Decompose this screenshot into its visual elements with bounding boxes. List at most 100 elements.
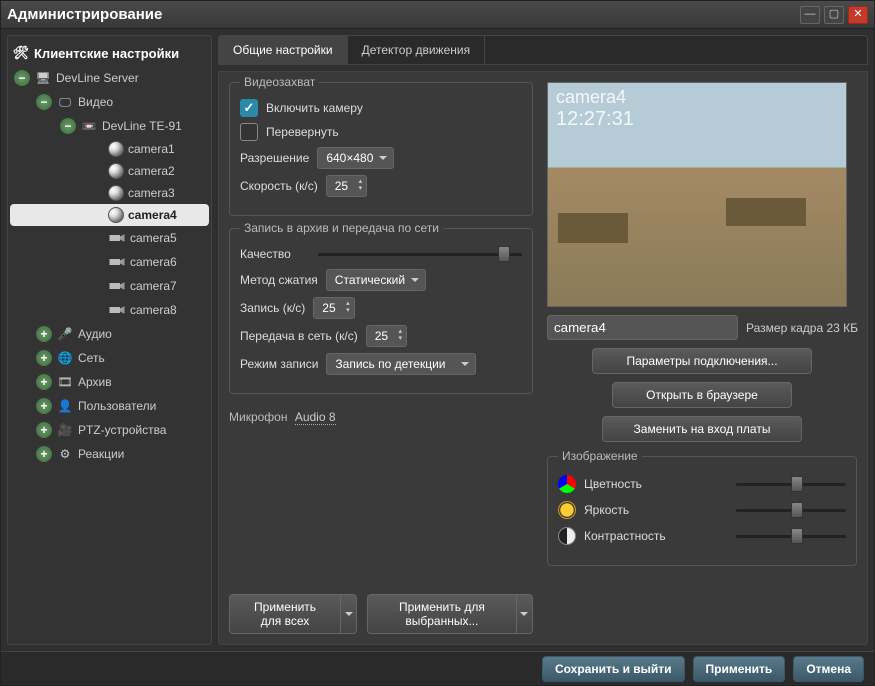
mode-label: Режим записи <box>240 357 318 371</box>
expand-icon[interactable] <box>36 446 52 462</box>
settings-panel: Видеозахват Включить камеру Перевернуть … <box>218 71 868 645</box>
mode-row: Режим записи Запись по детекции <box>240 353 522 375</box>
mic-row: Микрофон Audio 8 <box>229 410 533 424</box>
expand-icon[interactable] <box>36 398 52 414</box>
flip-checkbox[interactable] <box>240 123 258 141</box>
camera-label: camera4 <box>128 208 177 222</box>
tree-video[interactable]: 🖵 Видео <box>10 90 209 114</box>
collapse-icon[interactable] <box>60 118 76 134</box>
method-select[interactable]: Статический <box>326 269 426 291</box>
sidebar-tree: 🛠 Клиентские настройки 🖥 DevLine Server … <box>7 35 212 645</box>
image-group: Изображение Цветность Яркость <box>547 456 857 566</box>
tree-device-label: DevLine TE-91 <box>102 119 182 133</box>
tree-camera[interactable]: camera7 <box>10 274 209 298</box>
mode-value: Запись по детекции <box>335 357 445 371</box>
camera-label: camera5 <box>130 231 177 245</box>
group-title: Видеозахват <box>240 75 319 89</box>
resolution-select[interactable]: 640×480 <box>317 147 394 169</box>
tree-archive-label: Архив <box>78 375 112 389</box>
tree-root-label: Клиентские настройки <box>34 46 179 61</box>
connection-params-button[interactable]: Параметры подключения... <box>592 348 812 374</box>
brightness-row: Яркость <box>558 501 846 519</box>
rec-fps-value: 25 <box>322 301 335 315</box>
collapse-icon[interactable] <box>14 70 30 86</box>
camera-icon <box>108 277 126 295</box>
tree-network[interactable]: 🌐Сеть <box>10 346 209 370</box>
tree-camera-selected[interactable]: camera4 <box>10 204 209 226</box>
mic-link[interactable]: Audio 8 <box>295 410 336 425</box>
color-row: Цветность <box>558 475 846 493</box>
tree-archive[interactable]: 🎞Архив <box>10 370 209 394</box>
fps-value: 25 <box>335 179 348 193</box>
tree-camera[interactable]: camera6 <box>10 250 209 274</box>
mode-select[interactable]: Запись по детекции <box>326 353 476 375</box>
open-browser-button[interactable]: Открыть в браузере <box>612 382 792 408</box>
expand-icon[interactable] <box>36 422 52 438</box>
tabs: Общие настройки Детектор движения <box>218 35 868 65</box>
expand-icon[interactable] <box>36 374 52 390</box>
tree-server[interactable]: 🖥 DevLine Server <box>10 66 209 90</box>
rec-fps-spinner[interactable]: 25 <box>313 297 354 319</box>
apply-row: Применить для всех Применить для выбранн… <box>229 594 533 634</box>
group-title: Запись в архив и передача по сети <box>240 221 443 235</box>
expand-icon[interactable] <box>36 326 52 342</box>
quality-slider[interactable] <box>318 245 522 263</box>
net-fps-label: Передача в сеть (к/с) <box>240 329 358 343</box>
brightness-slider[interactable] <box>736 501 846 519</box>
mic-label: Микрофон <box>229 410 287 424</box>
apply-selected-button[interactable]: Применить для выбранных... <box>367 594 516 634</box>
maximize-button[interactable]: ▢ <box>824 6 844 24</box>
tree-camera[interactable]: camera3 <box>10 182 209 204</box>
apply-button[interactable]: Применить <box>693 656 786 682</box>
group-title: Изображение <box>558 449 642 463</box>
camera-label: camera2 <box>128 164 175 178</box>
minimize-button[interactable]: — <box>800 6 820 24</box>
tree-server-label: DevLine Server <box>56 71 139 85</box>
tree-camera[interactable]: camera5 <box>10 226 209 250</box>
record-group: Запись в архив и передача по сети Качест… <box>229 228 533 394</box>
collapse-icon[interactable] <box>36 94 52 110</box>
enable-camera-checkbox[interactable] <box>240 99 258 117</box>
contrast-slider[interactable] <box>736 527 846 545</box>
apply-selected-menu[interactable] <box>517 594 533 634</box>
tree-ptz[interactable]: 🎥PTZ-устройства <box>10 418 209 442</box>
tree-device[interactable]: 📼 DevLine TE-91 <box>10 114 209 138</box>
color-slider[interactable] <box>736 475 846 493</box>
tree-audio[interactable]: 🎤Аудио <box>10 322 209 346</box>
tab-motion[interactable]: Детектор движения <box>348 36 485 64</box>
apply-all-group: Применить для всех <box>229 594 357 634</box>
body: 🛠 Клиентские настройки 🖥 DevLine Server … <box>1 29 874 651</box>
frame-size-label: Размер кадра 23 КБ <box>746 321 858 335</box>
camera-name-input[interactable] <box>547 315 738 340</box>
tree-network-label: Сеть <box>78 351 105 365</box>
rec-fps-label: Запись (к/с) <box>240 301 305 315</box>
color-label: Цветность <box>584 477 728 491</box>
contrast-label: Контрастность <box>584 529 728 543</box>
content: Общие настройки Детектор движения Видеоз… <box>218 35 868 645</box>
replace-input-button[interactable]: Заменить на вход платы <box>602 416 802 442</box>
save-exit-button[interactable]: Сохранить и выйти <box>542 656 685 682</box>
enable-camera-row: Включить камеру <box>240 99 522 117</box>
tree-camera[interactable]: camera8 <box>10 298 209 322</box>
fps-spinner[interactable]: 25 <box>326 175 367 197</box>
tree-camera[interactable]: camera2 <box>10 160 209 182</box>
btn-label: Сохранить и выйти <box>555 662 672 676</box>
expand-icon[interactable] <box>36 350 52 366</box>
tree-ptz-label: PTZ-устройства <box>78 423 166 437</box>
camera-icon <box>108 141 124 157</box>
tree-root[interactable]: 🛠 Клиентские настройки <box>10 40 209 66</box>
apply-all-menu[interactable] <box>341 594 357 634</box>
tree-camera[interactable]: camera1 <box>10 138 209 160</box>
net-fps-spinner[interactable]: 25 <box>366 325 407 347</box>
tab-general[interactable]: Общие настройки <box>219 36 348 64</box>
window-controls: — ▢ ✕ <box>800 6 868 24</box>
close-button[interactable]: ✕ <box>848 6 868 24</box>
titlebar: Администрирование — ▢ ✕ <box>1 1 874 29</box>
sun-icon <box>558 501 576 519</box>
server-icon: 🖥 <box>34 69 52 87</box>
left-column: Видеозахват Включить камеру Перевернуть … <box>229 82 533 634</box>
tree-reactions[interactable]: ⚙Реакции <box>10 442 209 466</box>
apply-all-button[interactable]: Применить для всех <box>229 594 341 634</box>
tree-users[interactable]: 👤Пользователи <box>10 394 209 418</box>
cancel-button[interactable]: Отмена <box>793 656 864 682</box>
